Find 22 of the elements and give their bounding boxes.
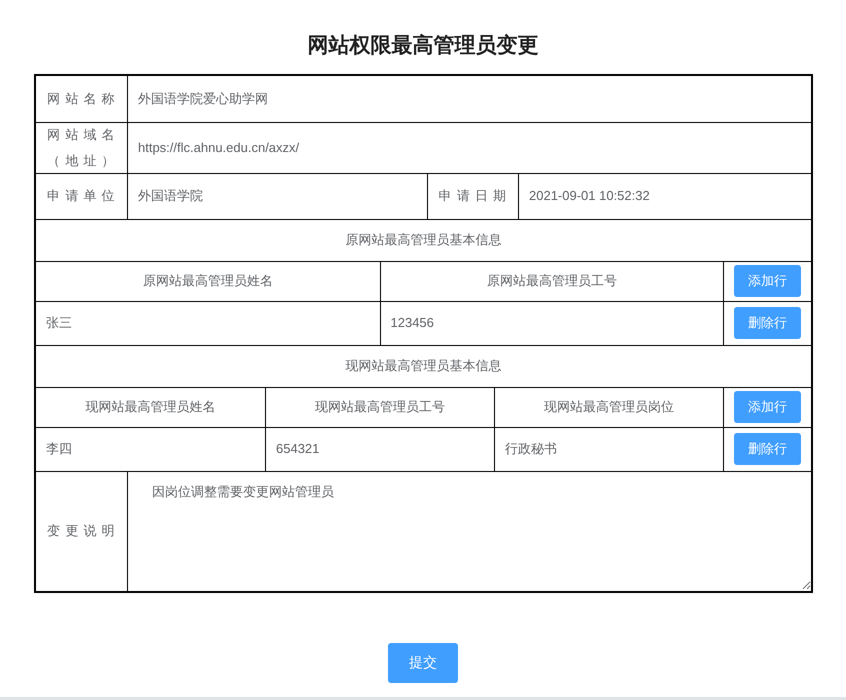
input-field[interactable]: 654321 bbox=[266, 439, 494, 459]
column-header: 现网站最高管理员岗位 bbox=[544, 398, 674, 416]
input-field[interactable]: 行政秘书 bbox=[495, 439, 723, 459]
input-field[interactable]: https://flc.ahnu.edu.cn/axzx/ bbox=[128, 138, 811, 158]
input-field[interactable]: 123456 bbox=[380, 313, 723, 333]
section-heading: 现网站最高管理员基本信息 bbox=[346, 357, 502, 376]
input-field[interactable]: 李四 bbox=[36, 439, 265, 459]
column-header: 原网站最高管理员姓名 bbox=[142, 272, 273, 290]
input-field[interactable]: 张三 bbox=[36, 313, 380, 333]
column-header: 现网站最高管理员姓名 bbox=[86, 398, 216, 416]
field-label: 申请日期 bbox=[438, 187, 512, 205]
column-header: 原网站最高管理员工号 bbox=[486, 272, 617, 290]
section-heading: 原网站最高管理员基本信息 bbox=[346, 231, 502, 250]
field-label: 申请单位 bbox=[47, 187, 120, 205]
input-field[interactable]: 外国语学院爱心助学网 bbox=[128, 88, 811, 108]
column-header: 现网站最高管理员工号 bbox=[315, 398, 445, 416]
field-label: 变更说明 bbox=[47, 522, 120, 540]
field-label: 网站名称 bbox=[47, 90, 120, 108]
page-title: 网站权限最高管理员变更 bbox=[306, 32, 540, 59]
input-field[interactable]: 外国语学院 bbox=[128, 186, 427, 206]
input-field[interactable]: 2021-09-01 10:52:32 bbox=[519, 186, 811, 206]
field-label: 网站域名（地址） bbox=[46, 126, 121, 170]
